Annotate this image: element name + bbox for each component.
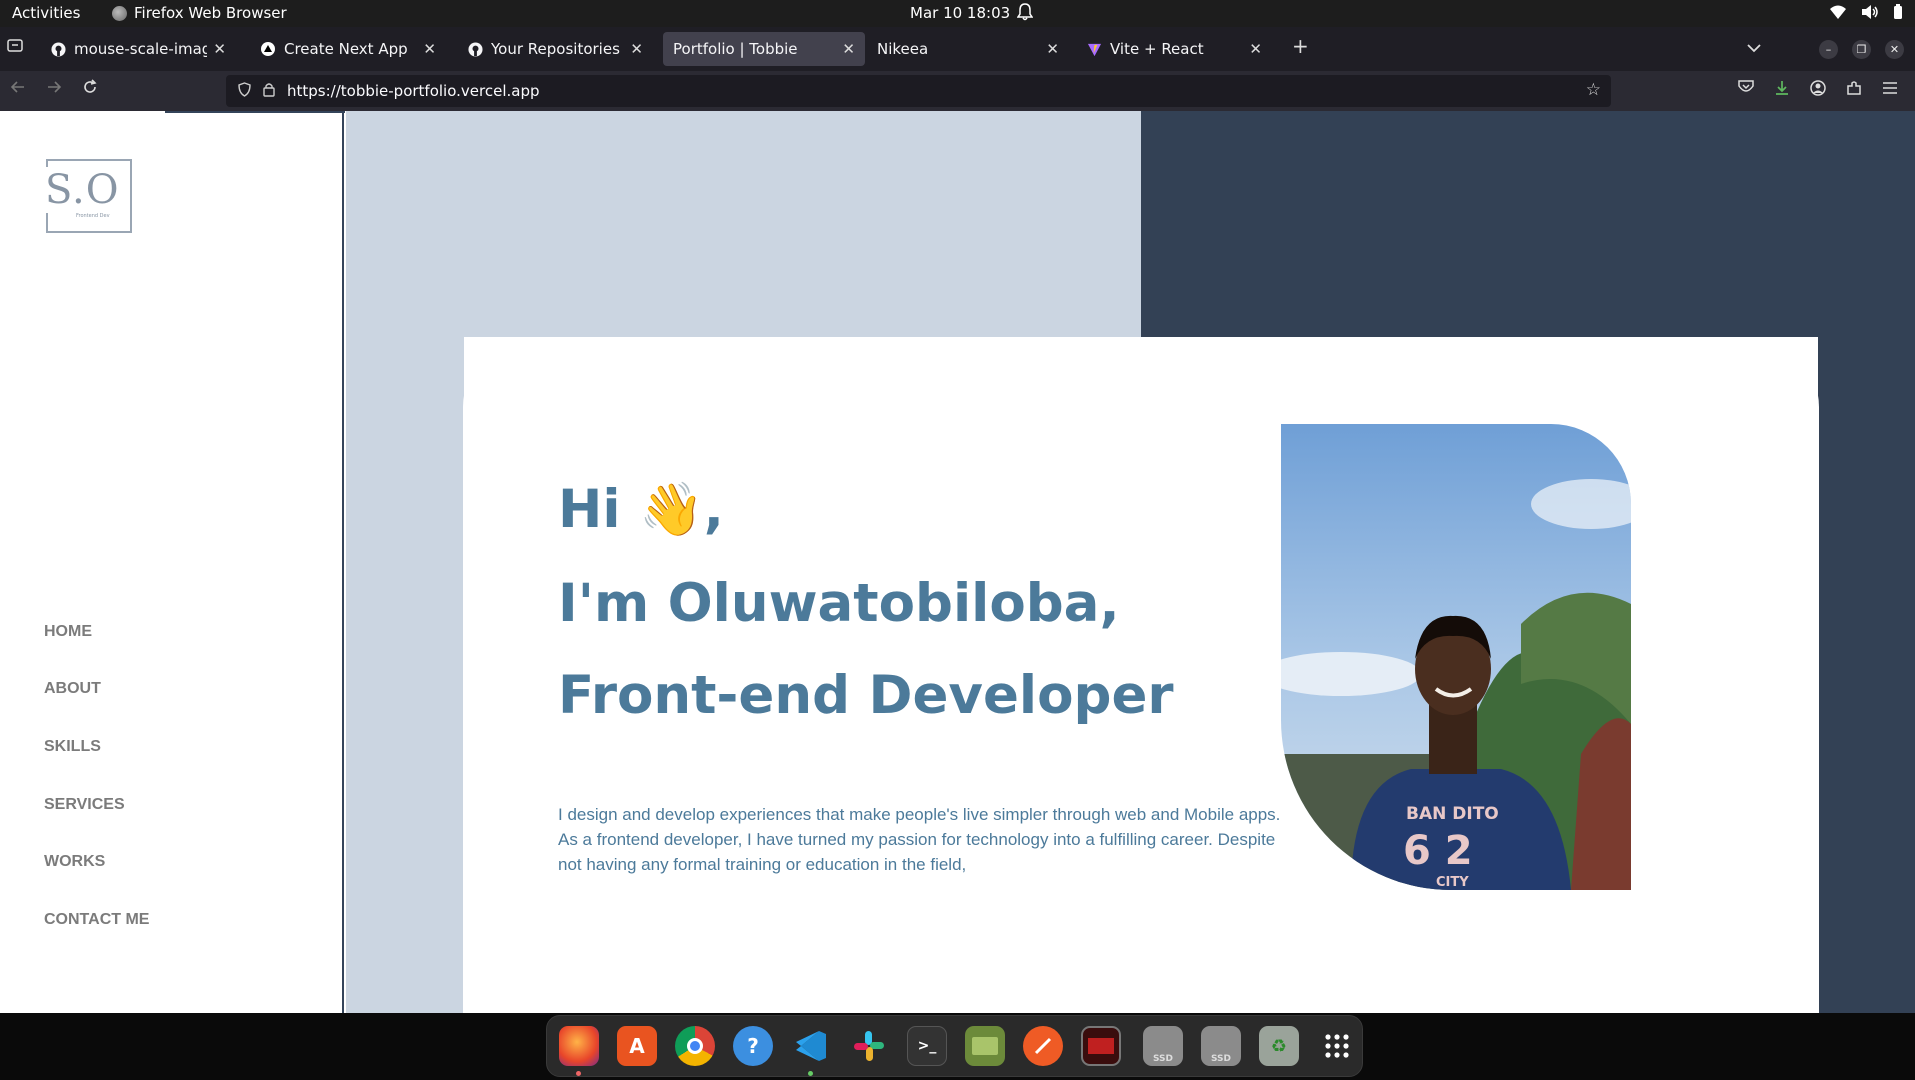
nextjs-triangle-icon [260, 41, 276, 57]
vite-icon [1086, 41, 1102, 57]
close-tab-icon[interactable]: ✕ [213, 40, 226, 58]
hero-card: Hi 👋, I'm Oluwatobiloba, Front-end Devel… [463, 337, 1819, 1013]
app-center-icon[interactable]: A [617, 1026, 657, 1066]
extensions-icon[interactable] [1846, 80, 1862, 101]
bookmark-star-icon[interactable]: ☆ [1586, 80, 1601, 100]
show-apps-icon[interactable] [1317, 1026, 1357, 1066]
firefox-icon[interactable] [559, 1026, 599, 1066]
shirt-print-text: BAN DITO [1406, 804, 1499, 824]
hero-background-dark [1818, 337, 1915, 1013]
github-icon [50, 41, 66, 57]
ssd-drive-icon[interactable]: SSD [1143, 1026, 1183, 1066]
dock: A ? >_ SSD SSD ♻ [546, 1015, 1363, 1077]
tab-create-next-app[interactable]: Create Next App ✕ [250, 32, 446, 66]
clock[interactable]: Mar 10 18:03 [910, 4, 1010, 22]
running-indicator [808, 1071, 813, 1076]
activities-button[interactable]: Activities [12, 4, 80, 22]
minimize-window-button[interactable]: – [1819, 40, 1838, 59]
help-icon[interactable]: ? [733, 1026, 773, 1066]
site-logo[interactable]: S.O Frontend Dev [45, 159, 132, 233]
pocket-icon[interactable] [1738, 80, 1754, 100]
sidebar-top-accent-line [165, 111, 345, 113]
tab-nikeea[interactable]: Nikeea ✕ [867, 32, 1069, 66]
hero-background-light [346, 337, 464, 1013]
back-arrow-icon[interactable] [10, 79, 26, 100]
ssd-drive-icon[interactable]: SSD [1201, 1026, 1241, 1066]
shirt-print-text: 6 2 [1403, 828, 1473, 874]
close-tab-icon[interactable]: ✕ [423, 40, 436, 58]
firefox-icon [112, 5, 127, 21]
menu-hamburger-icon[interactable] [1882, 80, 1898, 100]
hero-intro-line: I'm Oluwatobiloba, [558, 573, 1120, 634]
hero-role-line: Front-end Developer [558, 665, 1174, 726]
system-top-bar: Activities Firefox Web Browser Mar 10 18… [0, 0, 1915, 27]
firefox-view-icon[interactable] [7, 37, 23, 58]
sidebar: S.O Frontend Dev HOME ABOUT SKILLS SERVI… [0, 111, 345, 1013]
app-menu[interactable]: Firefox Web Browser [112, 4, 287, 22]
new-tab-button[interactable]: + [1292, 34, 1309, 58]
close-tab-icon[interactable]: ✕ [842, 40, 855, 58]
account-icon[interactable] [1810, 80, 1826, 101]
hero-background-light [346, 111, 1141, 337]
battery-icon [1894, 4, 1902, 19]
close-tab-icon[interactable]: ✕ [630, 40, 643, 58]
terminal-icon[interactable]: >_ [907, 1026, 947, 1066]
files-icon[interactable] [965, 1026, 1005, 1066]
slack-icon[interactable] [849, 1026, 889, 1066]
maximize-window-button[interactable]: ❐ [1852, 40, 1871, 59]
github-icon [467, 41, 483, 57]
greeting-text: Hi [558, 479, 621, 540]
tab-title: Your Repositories [491, 40, 620, 58]
close-tab-icon[interactable]: ✕ [1046, 40, 1059, 58]
wifi-icon [1830, 5, 1846, 19]
screen-icon[interactable] [1081, 1026, 1121, 1066]
logo-tagline: Frontend Dev [76, 213, 110, 219]
forward-arrow-icon[interactable] [46, 79, 62, 100]
tab-portfolio-tobbie[interactable]: Portfolio | Tobbie ✕ [663, 32, 865, 66]
nav-link-skills[interactable]: SKILLS [44, 738, 101, 756]
chrome-icon[interactable] [675, 1026, 715, 1066]
system-tray[interactable] [1829, 4, 1903, 20]
nav-link-services[interactable]: SERVICES [44, 796, 125, 814]
close-tab-icon[interactable]: ✕ [1249, 40, 1262, 58]
trash-icon[interactable]: ♻ [1259, 1026, 1299, 1066]
shirt-print-text: CITY [1436, 875, 1469, 890]
tab-strip: mouse-scale-image-ga ✕ Create Next App ✕… [0, 27, 1915, 71]
logo-monogram: S.O [45, 167, 122, 213]
reload-icon[interactable] [82, 79, 98, 100]
hero-bio: I design and develop experiences that ma… [558, 805, 1281, 874]
nav-link-about[interactable]: ABOUT [44, 680, 101, 698]
hero-background-dark [1141, 111, 1915, 337]
vscode-icon[interactable] [791, 1026, 831, 1066]
tab-title: Vite + React [1110, 40, 1204, 58]
page-viewport: S.O Frontend Dev HOME ABOUT SKILLS SERVI… [0, 111, 1915, 1013]
hero-greeting: Hi 👋, [558, 479, 724, 540]
waving-hand-icon: 👋 [638, 480, 704, 540]
downloads-icon[interactable] [1774, 80, 1790, 101]
lock-icon[interactable] [263, 82, 275, 101]
nav-link-works[interactable]: WORKS [44, 853, 105, 871]
address-bar[interactable]: ☆ [226, 75, 1611, 107]
running-indicator [576, 1071, 581, 1076]
tab-title: Create Next App [284, 40, 408, 58]
greeting-suffix: , [703, 479, 724, 540]
list-all-tabs-icon[interactable] [1746, 37, 1762, 58]
navigation-toolbar: ☆ [0, 71, 1915, 111]
tab-mouse-scale-image[interactable]: mouse-scale-image-ga ✕ [40, 32, 236, 66]
app-name-label: Firefox Web Browser [134, 4, 287, 22]
tab-title: Portfolio | Tobbie [673, 40, 798, 58]
profile-photo: BAN DITO 6 2 CITY [1281, 424, 1631, 890]
postman-icon[interactable] [1023, 1026, 1063, 1066]
volume-icon [1862, 5, 1878, 19]
url-input[interactable] [287, 82, 1487, 100]
nav-link-home[interactable]: HOME [44, 623, 92, 641]
tab-title: Nikeea [877, 40, 929, 58]
tab-your-repositories[interactable]: Your Repositories ✕ [457, 32, 653, 66]
tracking-shield-icon[interactable] [238, 81, 251, 101]
notification-bell-icon[interactable] [1016, 3, 1034, 25]
close-window-button[interactable]: ✕ [1885, 40, 1904, 59]
nav-link-contact-me[interactable]: CONTACT ME [44, 911, 149, 929]
tab-title: mouse-scale-image-ga [74, 40, 208, 58]
tab-vite-react[interactable]: Vite + React ✕ [1076, 32, 1272, 66]
